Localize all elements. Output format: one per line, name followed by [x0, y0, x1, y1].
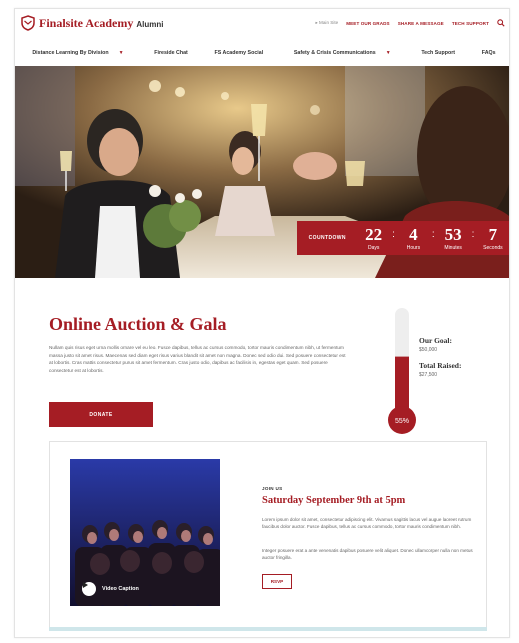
progress-percent-label: 55% [395, 418, 409, 425]
countdown-separator: : [392, 228, 395, 240]
site-logo[interactable]: Finalsite Academy Alumni [21, 15, 163, 31]
site-header: Finalsite Academy Alumni ▸ Main Site MEET… [15, 9, 509, 39]
countdown-days: 22 Days [358, 226, 390, 251]
video-caption[interactable]: Video Caption [82, 582, 139, 596]
nav-item-faqs[interactable]: FAQs [478, 50, 500, 56]
main-site-link[interactable]: ▸ Main Site [315, 20, 338, 26]
util-link-share-a-message[interactable]: SHARE A MESSAGE [398, 21, 444, 26]
donate-button[interactable]: DONATE [49, 402, 153, 427]
shield-logo-icon [21, 15, 35, 31]
goal-value: $50,000 [419, 347, 438, 353]
countdown-minutes: 53 Minutes [437, 226, 469, 251]
nav-item-distance-learning[interactable]: Distance Learning By Division ▼ [24, 50, 131, 56]
chevron-down-icon: ▼ [385, 50, 391, 56]
countdown-minutes-label: Minutes [444, 244, 462, 251]
countdown-hours-value: 4 [409, 224, 418, 244]
event-description: Lorem ipsum dolor sit amet, consectetur … [262, 517, 472, 530]
util-link-meet-our-grads[interactable]: MEET OUR GRADS [346, 21, 390, 26]
countdown-hours-label: Hours [406, 244, 421, 251]
auction-title: Online Auction & Gala [49, 314, 227, 334]
countdown-days-label: Days [367, 244, 380, 251]
logo-text: Finalsite Academy Alumni [39, 16, 163, 31]
event-title: Saturday September 9th at 5pm [262, 495, 406, 506]
nav-item-label: Safety & Crisis Communications [293, 50, 376, 56]
fundraising-thermometer: 55% [388, 308, 416, 434]
countdown-separator: : [471, 228, 475, 240]
nav-item-fireside-chat[interactable]: Fireside Chat [150, 50, 192, 56]
event-card: Video Caption JOIN US Saturday September… [49, 441, 487, 629]
nav-item-fs-academy-social[interactable]: FS Academy Social [210, 50, 267, 56]
raised-value: $27,500 [419, 372, 438, 378]
countdown-days-value: 22 [365, 224, 383, 244]
countdown-seconds-label: Seconds [483, 244, 503, 251]
nav-item-safety-crisis[interactable]: Safety & Crisis Communications ▼ [286, 50, 399, 56]
main-site-label: Main Site [319, 20, 339, 25]
auction-description: Nullam quis risus eget urna mollis ornar… [49, 345, 346, 373]
hero-image: COUNTDOWN 22 Days : 4 Hours : 53 Minutes… [15, 66, 509, 278]
page-frame: Finalsite Academy Alumni ▸ Main Site MEET… [14, 8, 510, 638]
countdown-label: COUNTDOWN [308, 235, 346, 241]
goal-label: Our Goal: [419, 336, 452, 345]
event-video[interactable]: Video Caption [70, 459, 220, 606]
rsvp-button[interactable]: RSVP [262, 574, 292, 589]
video-caption-text: Video Caption [102, 586, 139, 592]
goal-summary: Our Goal: $50,000 Total Raised: $27,500 [419, 336, 461, 386]
countdown-seconds: 7 Seconds [477, 226, 509, 251]
nav-item-label: Distance Learning By Division [32, 50, 109, 56]
util-link-tech-support[interactable]: TECH SUPPORT [452, 21, 489, 26]
countdown-minutes-value: 53 [444, 224, 462, 244]
event-kicker: JOIN US [262, 486, 283, 491]
logo-suffix: Alumni [136, 19, 164, 29]
logo-name: Finalsite Academy [39, 15, 134, 30]
countdown-hours: 4 Hours [397, 226, 429, 251]
countdown-bar: COUNTDOWN 22 Days : 4 Hours : 53 Minutes… [297, 221, 509, 255]
play-icon[interactable] [82, 582, 96, 596]
countdown-seconds-value: 7 [488, 224, 498, 244]
countdown-separator: : [431, 228, 435, 240]
raised-label: Total Raised: [419, 361, 462, 370]
nav-item-tech-support[interactable]: Tech Support [417, 50, 459, 56]
chevron-down-icon: ▼ [118, 50, 124, 56]
search-icon[interactable] [497, 19, 505, 27]
event-card-accent [49, 627, 487, 631]
main-nav: Distance Learning By Division ▼ Fireside … [15, 43, 509, 63]
utility-nav: ▸ Main Site MEET OUR GRADS SHARE A MESSA… [315, 19, 505, 27]
event-description-secondary: Integer posuere erat a ante venenatis da… [262, 548, 473, 561]
